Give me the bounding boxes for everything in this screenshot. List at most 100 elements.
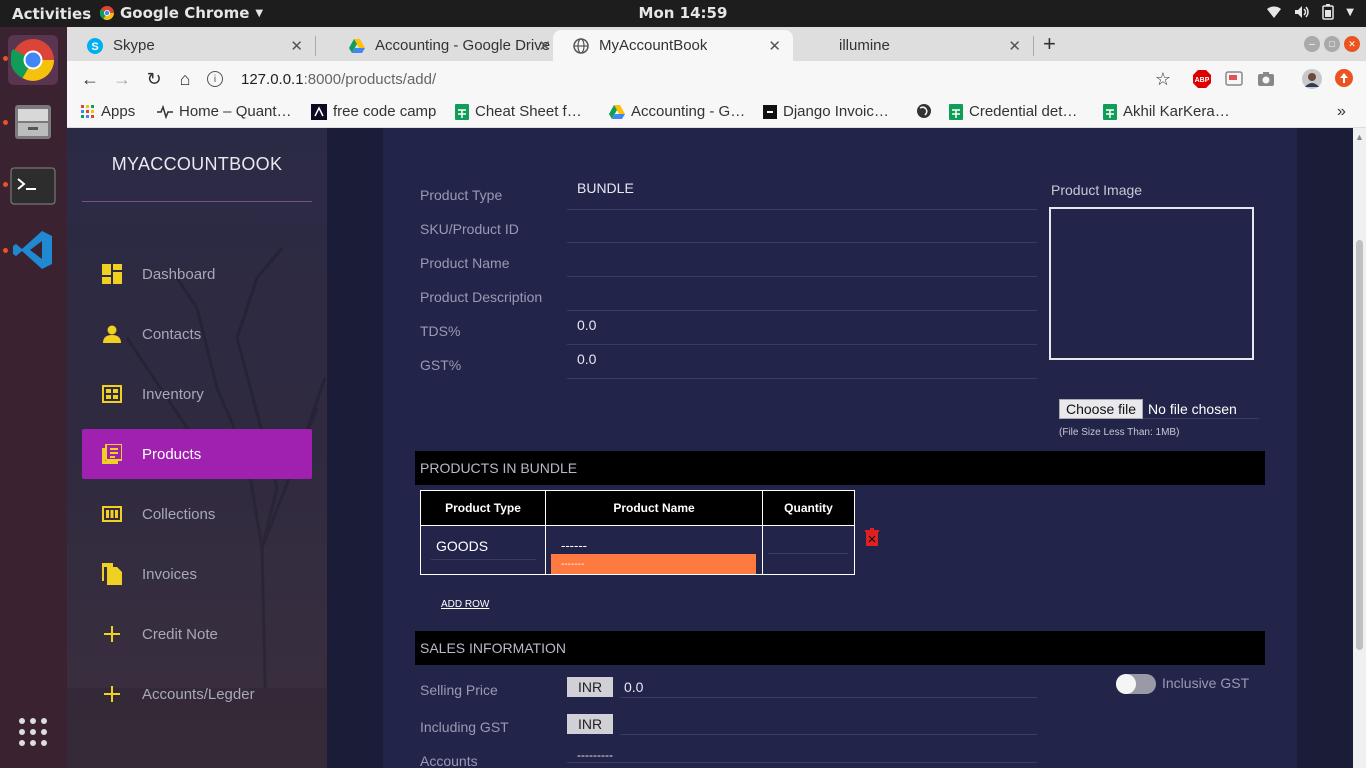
bookmark-quantopian[interactable]: Home – Quant… — [157, 103, 292, 120]
chrome-window: S Skype ✕ Accounting - Google Drive ✕ My… — [67, 27, 1366, 768]
maximize-button[interactable]: □ — [1324, 36, 1340, 52]
sidebar-item-inventory[interactable]: Inventory — [82, 369, 312, 419]
reload-button[interactable]: ↻ — [143, 68, 165, 90]
sidebar-item-contacts[interactable]: Contacts — [82, 309, 312, 359]
column-header: Quantity — [763, 491, 854, 526]
sidebar-item-collections[interactable]: Collections — [82, 489, 312, 539]
inclusive-gst-toggle[interactable] — [1116, 674, 1156, 694]
sidebar-item-label: Contacts — [142, 325, 202, 343]
page-gutter-left — [327, 128, 383, 768]
tab-skype[interactable]: S Skype ✕ — [67, 30, 315, 61]
bookmark-star-icon[interactable]: ☆ — [1152, 68, 1174, 90]
page-scrollbar[interactable]: ▲ — [1353, 128, 1366, 768]
column-header: Product Name — [546, 491, 763, 526]
selling-price-row: Selling Price INR 0.0 — [420, 674, 1040, 708]
bookmark-accounting[interactable]: Accounting - G… — [609, 103, 745, 120]
dock-vscode[interactable] — [8, 225, 58, 275]
bookmark-akhil[interactable]: Akhil KarKera… — [1103, 103, 1230, 120]
sidebar-item-accounts-ledger[interactable]: Accounts/Legder — [82, 669, 312, 719]
gst-row: GST% 0.0 — [420, 349, 1040, 383]
bookmarks-overflow-icon[interactable]: » — [1337, 103, 1346, 121]
scrollbar-thumb[interactable] — [1356, 240, 1363, 650]
plus-icon — [82, 626, 142, 642]
file-size-note: (File Size Less Than: 1MB) — [1059, 427, 1180, 438]
close-icon[interactable]: ✕ — [1008, 37, 1021, 55]
gst-input[interactable]: 0.0 — [567, 349, 1037, 379]
bookmark-django-invoice[interactable]: Django Invoic… — [763, 103, 889, 120]
field-label: Product Description — [420, 289, 543, 305]
bundle-product-type-select[interactable]: GOODS — [431, 538, 536, 560]
product-image-label: Product Image — [1051, 182, 1143, 198]
home-button[interactable]: ⌂ — [174, 68, 196, 90]
add-row-link[interactable]: ADD ROW — [441, 599, 489, 610]
choose-file-button[interactable]: Choose file — [1059, 398, 1144, 419]
minimize-button[interactable]: – — [1304, 36, 1320, 52]
bookmark-cheatsheet[interactable]: Cheat Sheet f… — [455, 103, 582, 120]
sidebar-item-products[interactable]: Products — [82, 429, 312, 479]
including-gst-input[interactable] — [620, 711, 1037, 735]
bookmark-globe[interactable] — [916, 103, 932, 119]
section-title: PRODUCTS IN BUNDLE — [420, 460, 578, 476]
profile-avatar[interactable] — [1302, 69, 1322, 94]
bookmark-freecodecamp[interactable]: free code camp — [311, 103, 436, 120]
app-brand[interactable]: MYACCOUNTBOOK — [82, 128, 312, 202]
field-label: TDS% — [420, 323, 461, 339]
sidebar-item-label: Accounts/Legder — [142, 685, 255, 703]
selling-price-input[interactable]: 0.0 — [620, 674, 1037, 698]
field-label: Product Type — [420, 187, 503, 203]
close-icon[interactable]: ✕ — [768, 37, 781, 55]
product-image-preview — [1049, 207, 1254, 360]
tab-illumine[interactable]: illumine ✕ — [793, 30, 1033, 61]
back-button[interactable]: ← — [79, 68, 101, 90]
new-tab-button[interactable]: + — [1043, 31, 1056, 57]
bookmark-label: Apps — [101, 103, 136, 120]
product-name-input[interactable] — [567, 247, 1037, 277]
tab-myaccountbook[interactable]: MyAccountBook ✕ — [553, 30, 793, 61]
info-icon: i — [207, 71, 223, 87]
google-drive-icon — [609, 104, 625, 119]
show-applications-button[interactable] — [8, 707, 58, 757]
bookmarks-bar: Apps Home – Quant… free code camp Cheat … — [67, 97, 1366, 128]
bookmark-apps[interactable]: Apps — [81, 103, 135, 120]
camera-icon[interactable] — [1257, 71, 1275, 92]
accounts-row: Accounts --------- — [420, 745, 1040, 768]
field-label: Selling Price — [420, 682, 498, 698]
google-sheets-icon — [1103, 103, 1117, 120]
tds-input[interactable]: 0.0 — [567, 315, 1037, 345]
bookmark-label: Django Invoic… — [783, 103, 889, 120]
address-bar[interactable]: i 127.0.0.1:8000/products/add/ — [207, 64, 1277, 94]
collections-icon — [82, 506, 142, 522]
bookmark-credential[interactable]: Credential det… — [949, 103, 1077, 120]
sku-input[interactable] — [567, 213, 1037, 243]
dock-terminal[interactable] — [8, 161, 58, 211]
cast-icon[interactable] — [1225, 71, 1243, 92]
close-icon[interactable]: ✕ — [538, 37, 551, 55]
bookmark-label: Cheat Sheet f… — [475, 103, 582, 120]
sidebar-item-credit-note[interactable]: Credit Note — [82, 609, 312, 659]
forward-button[interactable]: → — [111, 68, 133, 90]
sidebar-item-dashboard[interactable]: Dashboard — [82, 249, 312, 299]
adblock-icon[interactable]: ABP — [1193, 70, 1211, 93]
inventory-icon — [82, 385, 142, 403]
tab-strip: S Skype ✕ Accounting - Google Drive ✕ My… — [67, 27, 1366, 61]
dropdown-option-highlighted[interactable]: ------- — [551, 554, 756, 574]
close-icon[interactable]: ✕ — [290, 37, 303, 55]
dock-files[interactable] — [8, 97, 58, 147]
scroll-up-icon[interactable]: ▲ — [1355, 132, 1364, 142]
delete-row-icon[interactable] — [865, 528, 879, 546]
app-menu[interactable]: Google Chrome ▼ — [100, 4, 263, 22]
power-menu-icon: ▼ — [1346, 6, 1354, 18]
clock[interactable]: Mon 14:59 — [639, 4, 728, 22]
dock-chrome[interactable] — [8, 35, 58, 85]
system-tray[interactable]: ▼ — [1266, 4, 1354, 20]
product-description-input[interactable] — [567, 281, 1037, 311]
close-window-button[interactable]: ✕ — [1344, 36, 1360, 52]
update-icon[interactable] — [1335, 69, 1353, 92]
bundle-quantity-input[interactable] — [768, 534, 848, 554]
file-input: Choose file No file chosen — [1059, 398, 1259, 419]
tab-accounting-drive[interactable]: Accounting - Google Drive ✕ — [329, 30, 553, 61]
product-type-select[interactable]: BUNDLE — [567, 180, 1037, 210]
sidebar-item-invoices[interactable]: Invoices — [82, 549, 312, 599]
accounts-select[interactable]: --------- — [567, 745, 1037, 763]
activities-button[interactable]: Activities — [12, 5, 91, 23]
